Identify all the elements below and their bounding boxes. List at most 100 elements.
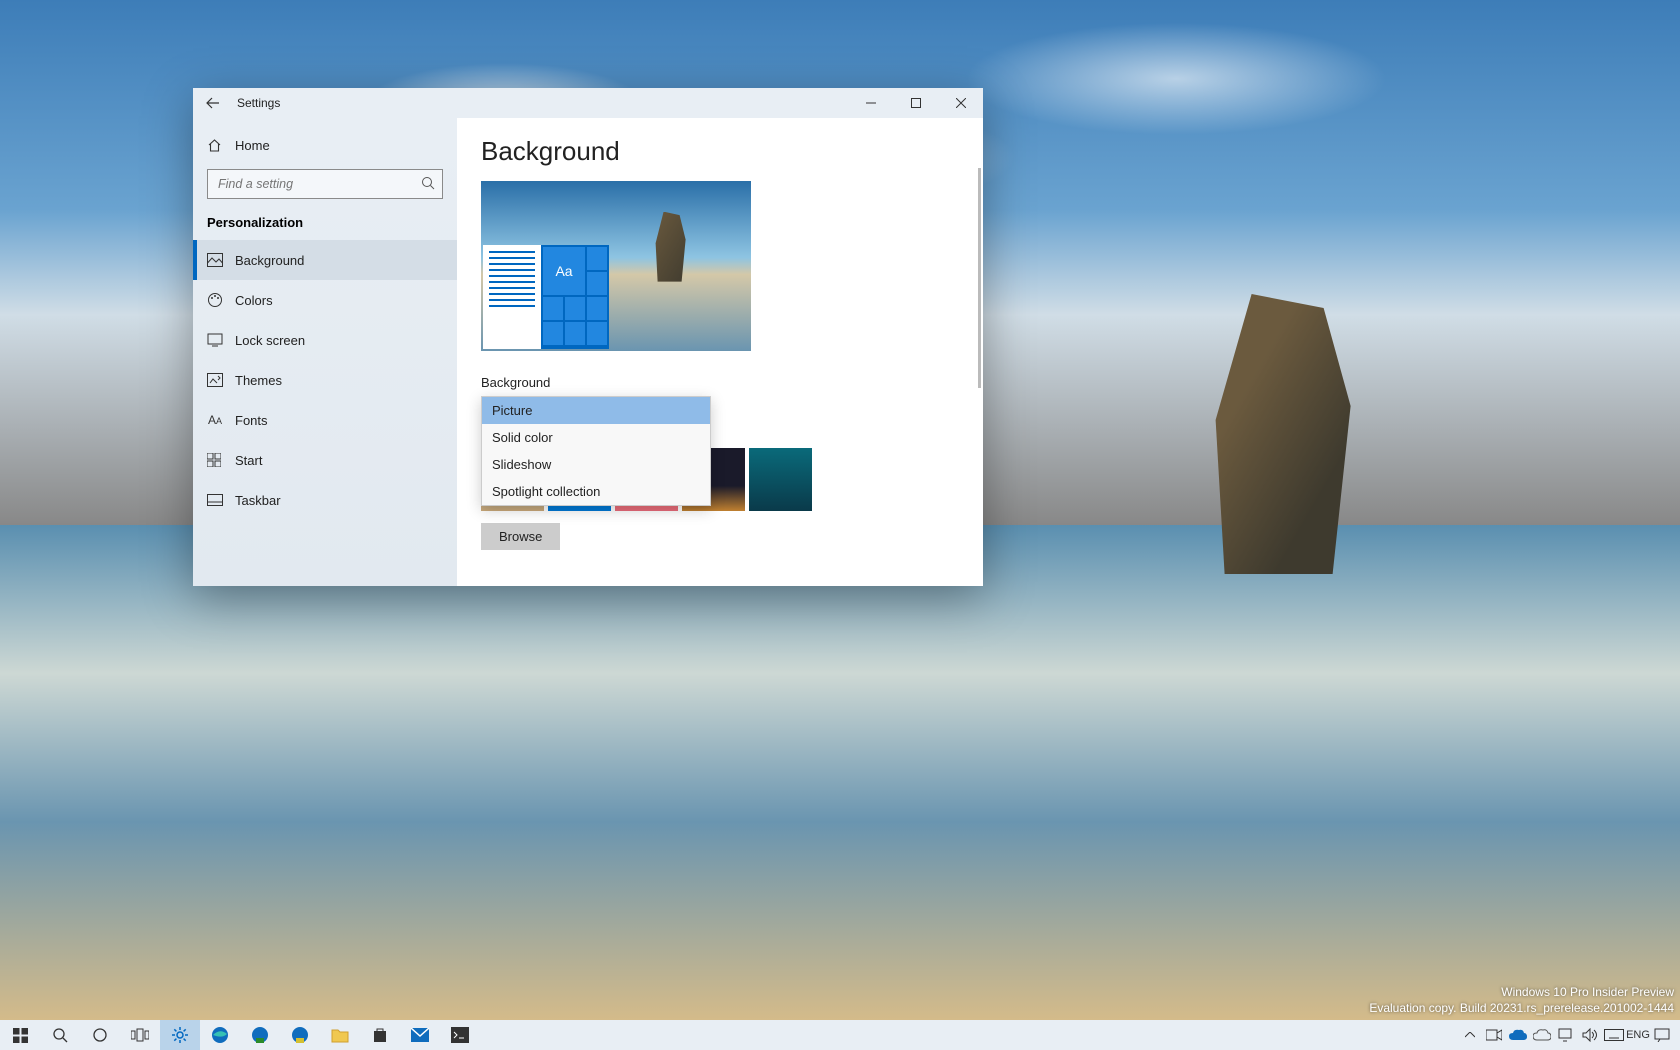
cloud-icon bbox=[1533, 1029, 1551, 1041]
sidebar-item-label: Background bbox=[235, 253, 304, 268]
sidebar-item-label: Fonts bbox=[235, 413, 268, 428]
watermark-line2: Evaluation copy. Build 20231.rs_prerelea… bbox=[1369, 1000, 1674, 1016]
gear-icon bbox=[171, 1026, 189, 1044]
fonts-icon: AA bbox=[207, 413, 223, 427]
tray-meet-now[interactable] bbox=[1482, 1020, 1506, 1050]
tray-action-center[interactable] bbox=[1650, 1020, 1674, 1050]
lockscreen-icon bbox=[207, 333, 223, 347]
folder-icon bbox=[331, 1027, 349, 1043]
terminal-icon bbox=[451, 1027, 469, 1043]
cloud-icon bbox=[1509, 1029, 1527, 1041]
tray-language[interactable]: ENG bbox=[1626, 1020, 1650, 1050]
taskbar-app-edge[interactable] bbox=[200, 1020, 240, 1050]
tray-onedrive[interactable] bbox=[1506, 1020, 1530, 1050]
picture-icon bbox=[207, 253, 223, 267]
tray-onedrive-2[interactable] bbox=[1530, 1020, 1554, 1050]
taskbar-app-mail[interactable] bbox=[400, 1020, 440, 1050]
preview-sample-window: Aa bbox=[483, 245, 609, 349]
back-button[interactable] bbox=[193, 88, 233, 118]
dropdown-option-slideshow[interactable]: Slideshow bbox=[482, 451, 710, 478]
cortana-icon bbox=[92, 1027, 108, 1043]
sample-text-tile: Aa bbox=[543, 247, 585, 295]
search-icon bbox=[52, 1027, 68, 1043]
dropdown-option-spotlight[interactable]: Spotlight collection bbox=[482, 478, 710, 505]
taskbar-app-edge-canary[interactable] bbox=[280, 1020, 320, 1050]
search-input[interactable] bbox=[207, 169, 443, 199]
sidebar-item-label: Colors bbox=[235, 293, 273, 308]
tray-overflow[interactable] bbox=[1458, 1020, 1482, 1050]
start-button[interactable] bbox=[0, 1020, 40, 1050]
search-icon bbox=[421, 176, 435, 190]
volume-icon bbox=[1582, 1028, 1598, 1042]
taskbar-app-store[interactable] bbox=[360, 1020, 400, 1050]
themes-icon bbox=[207, 373, 223, 387]
home-label: Home bbox=[235, 138, 270, 153]
task-view-button[interactable] bbox=[120, 1020, 160, 1050]
network-icon bbox=[1558, 1028, 1574, 1042]
sidebar-item-taskbar[interactable]: Taskbar bbox=[193, 480, 457, 520]
sidebar: Home Personalization Background Colors L… bbox=[193, 118, 457, 586]
tray-network[interactable] bbox=[1554, 1020, 1578, 1050]
sidebar-item-label: Themes bbox=[235, 373, 282, 388]
notification-icon bbox=[1654, 1028, 1670, 1042]
start-grid-icon bbox=[207, 453, 223, 467]
sidebar-item-themes[interactable]: Themes bbox=[193, 360, 457, 400]
category-header: Personalization bbox=[193, 211, 457, 240]
close-button[interactable] bbox=[938, 88, 983, 118]
sidebar-home[interactable]: Home bbox=[193, 130, 457, 161]
titlebar: Settings bbox=[193, 88, 983, 118]
sidebar-item-fonts[interactable]: AA Fonts bbox=[193, 400, 457, 440]
window-title: Settings bbox=[237, 96, 280, 110]
minimize-icon bbox=[866, 98, 876, 108]
arrow-left-icon bbox=[206, 96, 220, 110]
sidebar-item-start[interactable]: Start bbox=[193, 440, 457, 480]
video-icon bbox=[1486, 1029, 1502, 1041]
taskbar: ENG bbox=[0, 1020, 1680, 1050]
background-dropdown-label: Background bbox=[481, 375, 959, 390]
desktop-water bbox=[0, 525, 1680, 1020]
minimize-button[interactable] bbox=[848, 88, 893, 118]
picture-thumb-5[interactable] bbox=[749, 448, 812, 511]
watermark-line1: Windows 10 Pro Insider Preview bbox=[1369, 984, 1674, 1000]
background-preview: Aa bbox=[481, 181, 751, 351]
taskbar-icon bbox=[207, 494, 223, 506]
preview-tiles: Aa bbox=[541, 245, 609, 349]
sidebar-item-label: Start bbox=[235, 453, 262, 468]
maximize-button[interactable] bbox=[893, 88, 938, 118]
background-dropdown-open[interactable]: Picture Solid color Slideshow Spotlight … bbox=[481, 396, 711, 506]
maximize-icon bbox=[911, 98, 921, 108]
page-title: Background bbox=[481, 136, 959, 167]
sidebar-item-label: Lock screen bbox=[235, 333, 305, 348]
mail-icon bbox=[411, 1028, 429, 1042]
palette-icon bbox=[207, 292, 223, 308]
settings-window: Settings Home Personalization Background bbox=[193, 88, 983, 586]
edge-canary-icon bbox=[291, 1026, 309, 1044]
main-content: Background Aa Background Picture Solid c… bbox=[457, 118, 983, 586]
task-view-icon bbox=[131, 1028, 149, 1042]
close-icon bbox=[956, 98, 966, 108]
taskbar-app-settings[interactable] bbox=[160, 1020, 200, 1050]
taskbar-app-explorer[interactable] bbox=[320, 1020, 360, 1050]
edge-icon bbox=[211, 1026, 229, 1044]
window-controls bbox=[848, 88, 983, 118]
store-icon bbox=[372, 1027, 388, 1043]
tray-volume[interactable] bbox=[1578, 1020, 1602, 1050]
browse-button[interactable]: Browse bbox=[481, 523, 560, 550]
sidebar-item-colors[interactable]: Colors bbox=[193, 280, 457, 320]
taskbar-search-button[interactable] bbox=[40, 1020, 80, 1050]
chevron-up-icon bbox=[1465, 1032, 1475, 1038]
keyboard-icon bbox=[1604, 1029, 1624, 1041]
preview-lines bbox=[483, 245, 541, 349]
cortana-button[interactable] bbox=[80, 1020, 120, 1050]
taskbar-app-terminal[interactable] bbox=[440, 1020, 480, 1050]
scrollbar[interactable] bbox=[978, 168, 981, 388]
preview-rock bbox=[652, 212, 692, 282]
watermark: Windows 10 Pro Insider Preview Evaluatio… bbox=[1369, 984, 1674, 1016]
dropdown-option-solid[interactable]: Solid color bbox=[482, 424, 710, 451]
tray-keyboard[interactable] bbox=[1602, 1020, 1626, 1050]
search-wrap bbox=[207, 169, 443, 199]
sidebar-item-background[interactable]: Background bbox=[193, 240, 457, 280]
dropdown-option-picture[interactable]: Picture bbox=[482, 397, 710, 424]
taskbar-app-edge-dev[interactable] bbox=[240, 1020, 280, 1050]
sidebar-item-lockscreen[interactable]: Lock screen bbox=[193, 320, 457, 360]
